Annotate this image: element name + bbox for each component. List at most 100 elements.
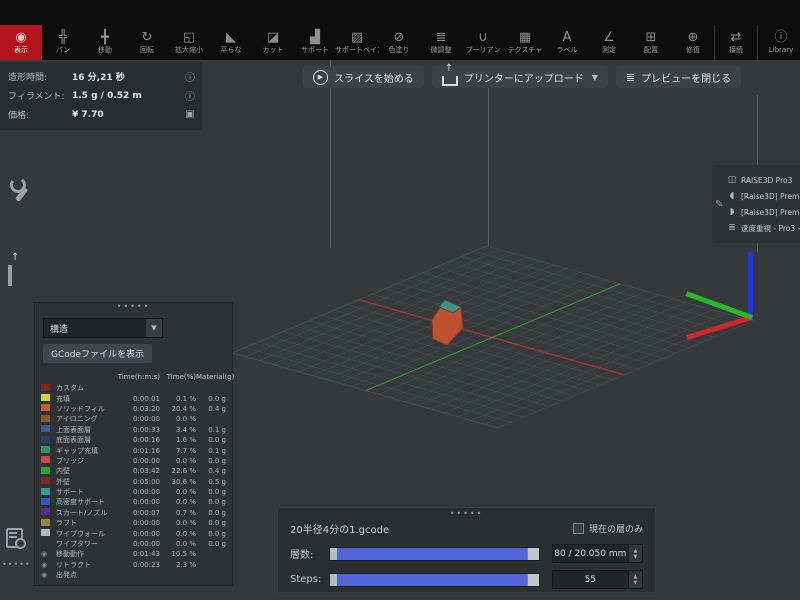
row-label: ラフト xyxy=(56,518,116,528)
rotate-icon: ↻ xyxy=(142,31,153,44)
upload-to-printer-button[interactable]: プリンターにアップロード ▼ xyxy=(432,66,608,88)
tool-texture[interactable]: ▦テクスチャ xyxy=(504,25,546,60)
row-label: 外壁 xyxy=(56,477,116,487)
table-row[interactable]: ◉出発点 xyxy=(41,570,228,580)
table-row: ブリッジ0:00:000.0 %0.0 g xyxy=(41,456,228,466)
printer-item-filament-right[interactable]: ◗[Raise3D] Premium xyxy=(727,204,800,220)
print-queue-icon[interactable] xyxy=(6,528,24,548)
layers-label: 層数: xyxy=(290,546,329,561)
row-time: 0:00:07 xyxy=(116,509,160,517)
row-label: 充填 xyxy=(56,394,116,404)
build-plate-grid xyxy=(232,246,751,428)
printer-item-label: [Raise3D] Premium xyxy=(741,192,800,201)
tool-library[interactable]: ⓘLibrary xyxy=(757,25,800,60)
panel-drag-handle[interactable]: ••••• xyxy=(278,510,655,518)
row-material: 0.0 g xyxy=(196,530,226,538)
table-row[interactable]: ◉移動動作0:01:4310.5 % xyxy=(41,549,228,559)
tool-label: パン xyxy=(56,46,70,54)
row-time-pct: 10.5 % xyxy=(160,550,196,558)
steps-slider-handle[interactable] xyxy=(527,574,539,586)
table-row: ソリッドフィル0:03:2020.4 %0.4 g xyxy=(41,404,228,414)
tool-support[interactable]: ▟サポート xyxy=(294,25,336,60)
table-row[interactable]: ◉リトラクト0:00:232.3 % xyxy=(41,560,228,570)
fine-tune-icon: ≣ xyxy=(436,31,447,44)
info-icon[interactable]: ⓘ xyxy=(184,88,196,103)
close-preview-button[interactable]: ≣ プレビューを閉じる xyxy=(616,66,741,88)
row-time-pct: 0.0 % xyxy=(160,498,196,506)
tool-scale[interactable]: ◱拡大縮小 xyxy=(168,25,210,60)
current-layer-only-checkbox[interactable] xyxy=(573,523,584,534)
settings-wrench-icon[interactable] xyxy=(8,178,32,204)
show-gcode-button[interactable]: GCodeファイルを表示 xyxy=(43,344,152,363)
info-icon[interactable]: ⓘ xyxy=(184,69,196,84)
steps-spinner[interactable]: ▲▼ xyxy=(628,571,642,588)
queue-line xyxy=(9,532,17,534)
texture-icon: ▦ xyxy=(519,31,531,44)
edit-pencil-icon[interactable]: ✎ xyxy=(715,199,723,210)
stat-label: フィラメント: xyxy=(8,89,72,102)
tool-measure[interactable]: ∠測定 xyxy=(588,25,630,60)
structure-dropdown[interactable]: 構造 ▼ xyxy=(43,318,163,338)
tool-connect[interactable]: ⇄ 接続 xyxy=(714,25,757,60)
printer-item-template[interactable]: ≣速度重視 - Pro3 - xyxy=(727,220,800,236)
steps-value-box[interactable]: 55 ▲▼ xyxy=(552,570,643,589)
layers-slider[interactable] xyxy=(329,547,540,561)
tool-label: 平らな xyxy=(221,46,242,54)
printer-settings-panel[interactable]: ✎ ◫RAISE3D Pro3◖[Raise3D] Premium◗[Raise… xyxy=(712,165,800,243)
tool-move[interactable]: ╋移動 xyxy=(84,25,126,60)
row-material: 0.4 g xyxy=(196,467,226,475)
row-label: ソリッドフィル xyxy=(56,404,116,414)
save-icon[interactable]: ▣ xyxy=(184,109,196,120)
row-label: 底面表面層 xyxy=(56,435,116,445)
panel-drag-handle[interactable]: ••••• xyxy=(2,560,31,569)
tool-label[interactable]: Aラベル xyxy=(546,25,588,60)
col-material: Material(g) xyxy=(196,373,226,381)
export-icon[interactable] xyxy=(8,265,12,284)
visibility-eye-icon[interactable]: ◉ xyxy=(41,561,47,569)
gcode-filename: 20半径4分の1.gcode xyxy=(290,521,573,536)
chevron-down-icon[interactable]: ▼ xyxy=(592,73,598,82)
visibility-eye-icon[interactable]: ◉ xyxy=(41,550,47,558)
tool-pan[interactable]: ╬パン xyxy=(42,25,84,60)
tool-arrange[interactable]: ⊞配置 xyxy=(630,25,672,60)
row-time: 0:00:00 xyxy=(116,540,160,548)
tool-view[interactable]: ◉表示 xyxy=(0,25,42,60)
row-material: 0.1 g xyxy=(196,447,226,455)
row-time-pct: 0.0 % xyxy=(160,540,196,548)
printed-model-preview[interactable] xyxy=(425,295,470,350)
table-header: Time(h:m:s) Time(%) Material(g) xyxy=(41,370,228,383)
color-swatch xyxy=(41,529,50,536)
current-layer-only-label: 現在の層のみ xyxy=(589,522,643,535)
row-time: 0:00:00 xyxy=(116,530,160,538)
chevron-down-icon: ▼ xyxy=(146,319,162,337)
arrange-icon: ⊞ xyxy=(646,31,657,44)
layers-value-box[interactable]: 80 / 20.050 mm ▲▼ xyxy=(552,544,643,563)
printer-item-filament-left[interactable]: ◖[Raise3D] Premium xyxy=(727,188,800,204)
row-time: 0:00:00 xyxy=(116,498,160,506)
tool-lay-flat[interactable]: ◣平らな xyxy=(210,25,252,60)
tool-label: Library xyxy=(769,46,793,54)
tool-support-paint[interactable]: ▨サポートペイント xyxy=(336,25,378,60)
play-icon: ▶ xyxy=(313,70,328,85)
layers-spinner[interactable]: ▲▼ xyxy=(628,545,642,562)
visibility-eye-icon[interactable]: ◉ xyxy=(41,571,47,579)
tool-color-paint[interactable]: ⊘色塗り xyxy=(378,25,420,60)
steps-slider[interactable] xyxy=(329,573,540,587)
tool-cut[interactable]: ◪カット xyxy=(252,25,294,60)
row-time: 0:03:42 xyxy=(116,467,160,475)
table-row: 外壁0:05:0030.6 %0.5 g xyxy=(41,477,228,487)
printer-item-label: [Raise3D] Premium xyxy=(741,208,800,217)
layers-slider-handle[interactable] xyxy=(527,548,539,560)
connect-icon: ⇄ xyxy=(731,31,742,44)
tool-repair[interactable]: ⊕修復 xyxy=(672,25,714,60)
row-time-pct: 2.3 % xyxy=(160,561,196,569)
color-swatch xyxy=(41,456,50,463)
row-label: カスタム xyxy=(56,383,116,393)
panel-drag-handle[interactable]: ••••• xyxy=(35,303,232,311)
start-slice-button[interactable]: ▶ スライスを始める xyxy=(303,66,424,88)
tool-rotate[interactable]: ↻回転 xyxy=(126,25,168,60)
printer-item-printer[interactable]: ◫RAISE3D Pro3 xyxy=(727,172,800,188)
tool-label: 接続 xyxy=(729,46,743,54)
tool-fine-tune[interactable]: ≣微調整 xyxy=(420,25,462,60)
tool-boolean[interactable]: ∪ブーリアン xyxy=(462,25,504,60)
